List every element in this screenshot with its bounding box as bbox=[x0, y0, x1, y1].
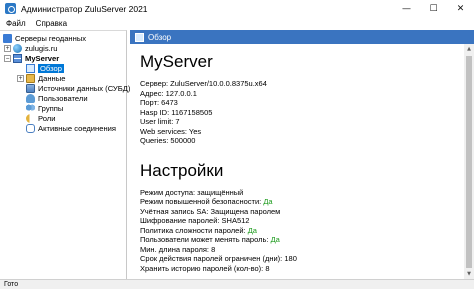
vertical-scrollbar[interactable]: ▲ ▼ bbox=[464, 44, 474, 279]
servers-icon bbox=[3, 33, 12, 43]
overview-content: MyServer Сервер: ZuluServer/10.0.0.8375u… bbox=[140, 52, 456, 273]
scroll-up-arrow-icon[interactable]: ▲ bbox=[464, 44, 474, 54]
tree-root-label: Серверы геоданных bbox=[15, 33, 87, 43]
status-text: Гото bbox=[4, 281, 19, 288]
tree-root[interactable]: Серверы геоданных bbox=[3, 33, 86, 43]
setting-min-password-length: Мин. длина пароля: 8 bbox=[140, 245, 456, 255]
window-title: Администратор ZuluServer 2021 bbox=[21, 3, 148, 14]
tree-item-label: Роли bbox=[38, 113, 56, 123]
tree-item-users[interactable]: Пользователи bbox=[26, 93, 88, 103]
setting-label: Учётная запись SA: Защищена паролем bbox=[140, 206, 281, 216]
menu-file[interactable]: Файл bbox=[0, 19, 31, 28]
database-icon bbox=[26, 83, 35, 93]
expand-zulugis-button[interactable]: + bbox=[4, 45, 11, 52]
minimize-button[interactable]: — bbox=[393, 0, 420, 17]
expand-data-button[interactable]: + bbox=[17, 75, 24, 82]
setting-value: Да bbox=[263, 197, 273, 206]
tree-item-groups[interactable]: Группы bbox=[26, 103, 63, 113]
setting-value: Да bbox=[247, 225, 257, 235]
overview-icon bbox=[26, 63, 35, 73]
tree-item-label: Группы bbox=[38, 103, 64, 113]
tree-item-roles[interactable]: Роли bbox=[26, 113, 55, 123]
app-icon bbox=[5, 3, 16, 14]
info-address: Адрес: 127.0.0.1 bbox=[140, 88, 197, 98]
tree-item-label: Обзор bbox=[38, 63, 64, 73]
setting-password-expiry: Срок действия паролей ограничен (дни): 1… bbox=[140, 254, 456, 264]
tree-item-label: Источники данных (СУБД) bbox=[38, 83, 131, 93]
server-icon bbox=[13, 53, 22, 63]
settings-heading: Настройки bbox=[140, 160, 224, 180]
info-hasp-id: Hasp ID: 1167158505 bbox=[140, 107, 213, 117]
tree-item-connections[interactable]: Активные соединения bbox=[26, 123, 116, 133]
server-tree: Серверы геоданных + zulugis.ru − MyServe… bbox=[0, 30, 130, 279]
overview-panel: Обзор MyServer Сервер: ZuluServer/10.0.0… bbox=[130, 30, 474, 279]
scroll-thumb[interactable] bbox=[466, 56, 472, 268]
tree-item-datasources[interactable]: Источники данных (СУБД) bbox=[26, 83, 130, 93]
setting-label: Пользователи может менять пароль: bbox=[140, 235, 271, 244]
tree-item-overview[interactable]: Обзор bbox=[26, 63, 64, 73]
tree-item-label: Данные bbox=[38, 73, 66, 83]
key-icon bbox=[26, 113, 35, 123]
info-web-services: Web services: Yes bbox=[140, 126, 202, 136]
info-server: Сервер: ZuluServer/10.0.0.8375u.x64 bbox=[140, 79, 267, 88]
tree-item-zulugis[interactable]: zulugis.ru bbox=[13, 43, 58, 53]
title-bar: Администратор ZuluServer 2021 — ☐ ✕ bbox=[0, 0, 474, 17]
tree-item-myserver[interactable]: MyServer bbox=[13, 53, 59, 63]
setting-password-encryption: Шифрование паролей: SHA512 bbox=[140, 216, 456, 226]
overview-icon bbox=[135, 32, 144, 42]
setting-label: Режим доступа: защищённый bbox=[140, 187, 244, 197]
close-button[interactable]: ✕ bbox=[447, 0, 474, 17]
group-icon bbox=[26, 103, 35, 113]
setting-label: Хранить историю паролей (кол-во): 8 bbox=[140, 263, 270, 273]
tree-item-label: Пользователи bbox=[38, 93, 88, 103]
tree-item-label: MyServer bbox=[25, 53, 60, 63]
folder-icon bbox=[26, 73, 35, 83]
maximize-button[interactable]: ☐ bbox=[420, 0, 447, 17]
info-user-limit: User limit: 7 bbox=[140, 117, 180, 126]
panel-header: Обзор bbox=[130, 30, 474, 44]
setting-label: Срок действия паролей ограничен (дни): 1… bbox=[140, 254, 297, 263]
setting-password-history: Хранить историю паролей (кол-во): 8 bbox=[140, 264, 456, 274]
setting-enhanced-security: Режим повышенной безопасности: Да bbox=[140, 197, 456, 207]
setting-label: Мин. длина пароля: 8 bbox=[140, 244, 216, 254]
setting-password-complexity: Политика сложности паролей: Да bbox=[140, 226, 456, 236]
panel-header-title: Обзор bbox=[148, 32, 172, 42]
setting-value: Да bbox=[270, 235, 280, 244]
server-name-heading: MyServer bbox=[140, 52, 213, 71]
setting-sa-account: Учётная запись SA: Защищена паролем bbox=[140, 207, 456, 217]
info-port: Порт: 6473 bbox=[140, 98, 178, 107]
globe-icon bbox=[13, 43, 22, 53]
setting-label: Политика сложности паролей: bbox=[140, 225, 248, 235]
window-controls: — ☐ ✕ bbox=[393, 0, 474, 17]
tree-item-label: zulugis.ru bbox=[25, 43, 58, 53]
menu-help[interactable]: Справка bbox=[31, 19, 72, 28]
setting-label: Шифрование паролей: SHA512 bbox=[140, 216, 250, 225]
info-queries: Queries: 500000 bbox=[140, 136, 196, 145]
collapse-myserver-button[interactable]: − bbox=[4, 55, 11, 62]
status-bar: Гото bbox=[0, 279, 474, 289]
menu-bar: Файл Справка bbox=[0, 17, 474, 30]
connection-icon bbox=[26, 123, 35, 133]
scroll-down-arrow-icon[interactable]: ▼ bbox=[464, 269, 474, 279]
tree-item-label: Активные соединения bbox=[38, 123, 117, 133]
user-icon bbox=[26, 93, 35, 103]
setting-access-mode: Режим доступа: защищённый bbox=[140, 188, 456, 198]
tree-item-data[interactable]: Данные bbox=[26, 73, 65, 83]
setting-label: Режим повышенной безопасности: bbox=[140, 197, 264, 206]
setting-users-change-password: Пользователи может менять пароль: Да bbox=[140, 235, 456, 245]
